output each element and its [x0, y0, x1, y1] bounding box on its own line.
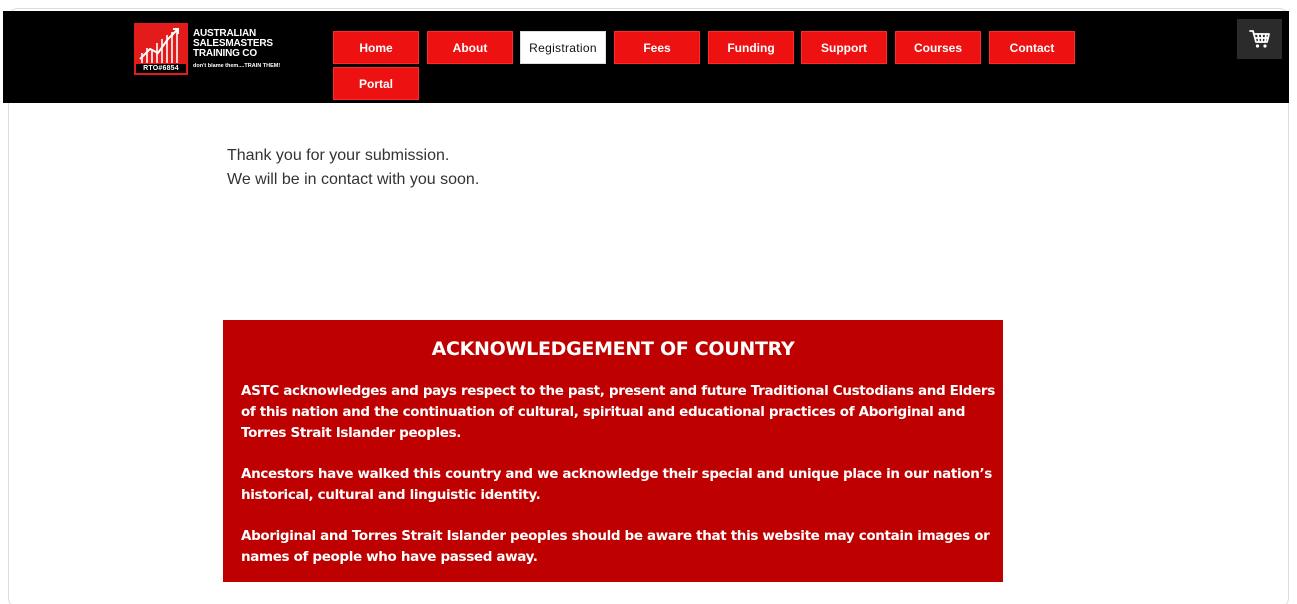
nav-contact[interactable]: Contact	[989, 31, 1075, 64]
nav-courses[interactable]: Courses	[895, 31, 981, 64]
acknowledgement-of-country: ACKNOWLEDGEMENT OF COUNTRY ASTC acknowle…	[223, 320, 1003, 582]
acknowledgement-paragraph-3: Aboriginal and Torres Strait Islander pe…	[241, 528, 990, 565]
cart-button[interactable]	[1237, 19, 1282, 59]
logo-wordmark: AUSTRALIAN SALESMASTERS TRAINING CO	[193, 29, 273, 59]
acknowledgement-paragraph-1: ASTC acknowledges and pays respect to th…	[241, 383, 995, 441]
cart-icon	[1248, 30, 1270, 48]
confirmation-line-1: Thank you for your submission.	[227, 147, 450, 164]
logo-rto-number: RTO#6854	[136, 64, 186, 73]
site-logo[interactable]: RTO#6854 AUSTRALIAN SALESMASTERS TRAININ…	[134, 23, 304, 75]
acknowledgement-paragraph-2: Ancestors have walked this country and w…	[241, 466, 992, 503]
nav-funding[interactable]: Funding	[708, 31, 794, 64]
logo-tagline: don't blame them....TRAIN THEM!	[193, 63, 281, 69]
confirmation-line-2: We will be in contact with you soon.	[227, 171, 480, 188]
site-header: RTO#6854 AUSTRALIAN SALESMASTERS TRAININ…	[3, 11, 1289, 103]
nav-portal[interactable]: Portal	[333, 67, 419, 100]
nav-support[interactable]: Support	[801, 31, 887, 64]
logo-graph-icon: RTO#6854	[134, 23, 188, 75]
confirmation-message: Thank you for your submission. We will b…	[227, 144, 479, 192]
nav-fees[interactable]: Fees	[614, 31, 700, 64]
logo-line-3: TRAINING CO	[193, 48, 257, 59]
nav-registration[interactable]: Registration	[520, 31, 606, 64]
acknowledgement-title: ACKNOWLEDGEMENT OF COUNTRY	[431, 338, 795, 360]
nav-home[interactable]: Home	[333, 31, 419, 64]
nav-about[interactable]: About	[427, 31, 513, 64]
